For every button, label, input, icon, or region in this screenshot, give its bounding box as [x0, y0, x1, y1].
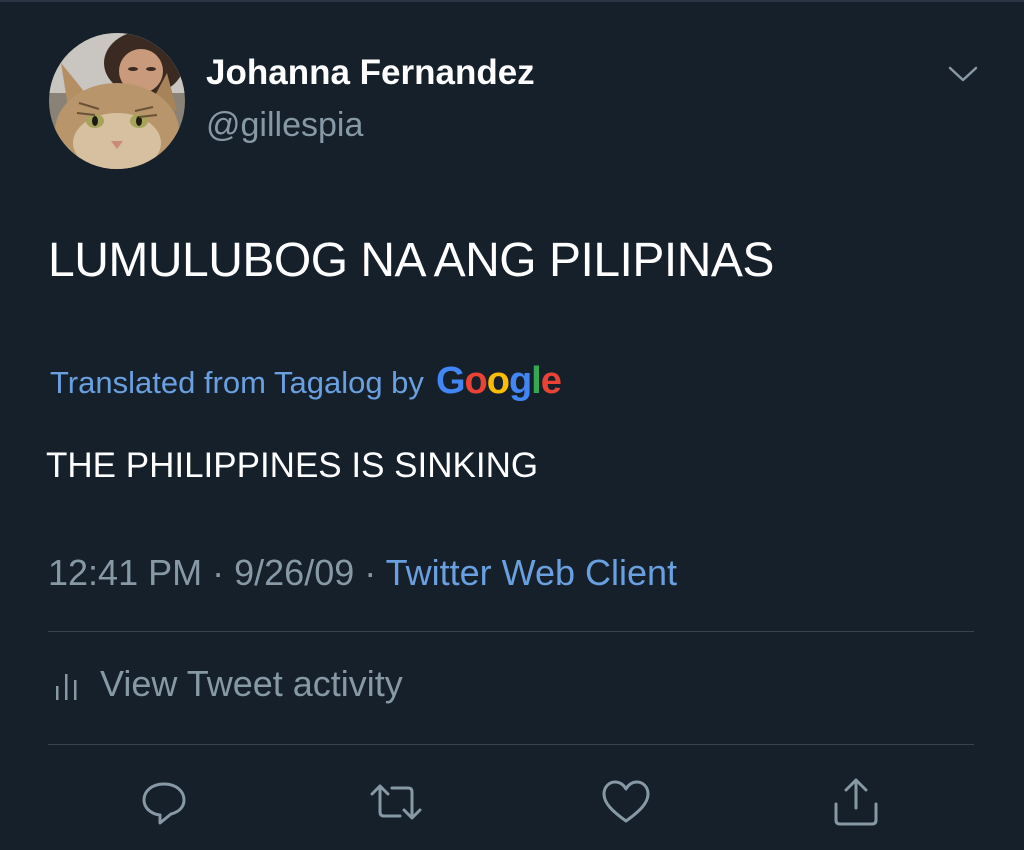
author-handle[interactable]: @gillespia [206, 106, 363, 145]
tweet-source-link[interactable]: Twitter Web Client [386, 552, 677, 593]
google-logo-letter: e [540, 360, 562, 402]
view-tweet-activity-label: View Tweet activity [100, 663, 403, 704]
meta-separator: · [212, 552, 225, 593]
like-icon [602, 780, 650, 823]
divider [48, 631, 974, 632]
top-border [0, 0, 1024, 2]
reply-button[interactable] [138, 776, 190, 828]
meta-separator: · [364, 552, 377, 593]
retweet-icon [370, 784, 422, 820]
bar-chart-icon [56, 674, 77, 700]
translated-text: THE PHILIPPINES IS SINKING [46, 446, 539, 485]
tweet-time: 12:41 PM [48, 552, 203, 593]
like-button[interactable] [600, 776, 652, 828]
avatar[interactable] [49, 33, 185, 169]
reply-icon [142, 782, 186, 825]
google-logo-letter: g [508, 360, 532, 402]
google-logo: Google [435, 360, 562, 403]
share-button[interactable] [830, 776, 882, 828]
tweet-text: LUMULUBOG NA ANG PILIPINAS [48, 234, 774, 287]
avatar-image [49, 33, 185, 169]
share-icon [834, 778, 878, 826]
translation-attribution: Translated from Tagalog by Google [50, 360, 562, 404]
translated-from-label: Translated from Tagalog by [50, 365, 424, 400]
retweet-button[interactable] [370, 776, 422, 828]
google-logo-letter: l [531, 360, 542, 402]
chevron-down-icon[interactable] [946, 62, 980, 86]
divider [48, 744, 974, 745]
tweet-date[interactable]: 9/26/09 [234, 552, 354, 593]
google-logo-letter: o [464, 360, 488, 402]
google-logo-letter: o [486, 360, 510, 402]
tweet-meta: 12:41 PM · 9/26/09 · Twitter Web Client [48, 552, 677, 594]
author-display-name[interactable]: Johanna Fernandez [206, 53, 535, 93]
view-tweet-activity-button[interactable]: View Tweet activity [52, 660, 403, 708]
google-logo-letter: G [435, 360, 466, 402]
